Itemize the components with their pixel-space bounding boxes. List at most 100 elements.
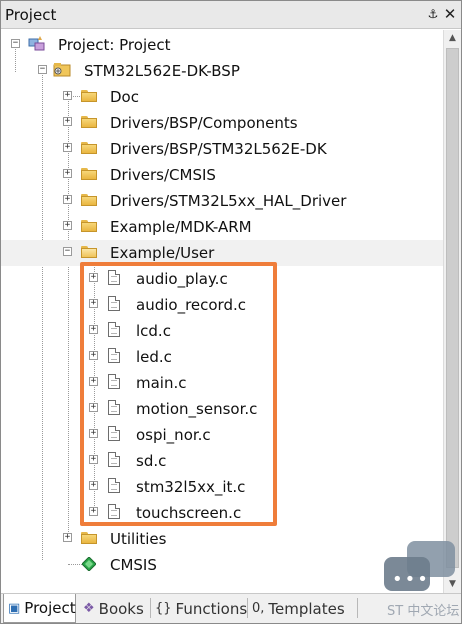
group-label: Example/User <box>110 244 215 262</box>
tree-file[interactable]: + audio_play.c <box>1 266 443 292</box>
expand-icon[interactable]: + <box>63 91 72 100</box>
panel-title: Project <box>5 6 57 24</box>
project-tree: − Project: Project − STM32L562E-DK-BSP + <box>1 30 443 593</box>
group-label: Drivers/CMSIS <box>110 166 216 184</box>
tree-file[interactable]: + main.c <box>1 370 443 396</box>
expand-icon[interactable]: + <box>63 169 72 178</box>
tree-root-label: Project: Project <box>58 36 171 54</box>
tree-group-cmsis[interactable]: + Drivers/CMSIS <box>1 162 443 188</box>
expand-icon[interactable]: + <box>63 221 72 230</box>
tree-group-hal-driver[interactable]: + Drivers/STM32L5xx_HAL_Driver <box>1 188 443 214</box>
tab-label: Templates <box>268 599 345 618</box>
tab-templates[interactable]: 0, Templates <box>252 594 352 623</box>
tree-target[interactable]: − STM32L562E-DK-BSP <box>1 58 443 84</box>
expand-icon[interactable]: + <box>63 143 72 152</box>
books-icon: ❖ <box>83 601 95 616</box>
tree-group-mdk-arm[interactable]: + Example/MDK-ARM <box>1 214 443 240</box>
pin-icon[interactable]: ⚓ <box>426 7 440 21</box>
file-label: ospi_nor.c <box>136 426 211 444</box>
expand-icon[interactable]: + <box>63 195 72 204</box>
folder-icon <box>81 142 97 154</box>
c-file-icon <box>108 478 120 493</box>
collapse-icon[interactable]: − <box>11 39 20 48</box>
c-file-icon <box>108 322 120 337</box>
file-label: sd.c <box>136 452 167 470</box>
watermark-dots: ••• <box>392 569 430 590</box>
collapse-icon[interactable]: − <box>38 65 47 74</box>
tree-group-utilities[interactable]: + Utilities <box>1 526 443 552</box>
expand-icon[interactable]: + <box>63 117 72 126</box>
expand-icon[interactable]: + <box>89 455 98 464</box>
expand-icon[interactable]: + <box>89 325 98 334</box>
bottom-tab-bar: ▣ Project ❖ Books {} Functions 0, Templa… <box>1 593 461 623</box>
folder-icon <box>81 220 97 232</box>
target-folder-icon <box>53 63 71 77</box>
tab-books[interactable]: ❖ Books <box>83 594 149 623</box>
tree-group-bsp-components[interactable]: + Drivers/BSP/Components <box>1 110 443 136</box>
open-folder-icon <box>81 246 97 258</box>
expand-icon[interactable]: + <box>89 403 98 412</box>
tree-file[interactable]: + motion_sensor.c <box>1 396 443 422</box>
group-label: Drivers/STM32L5xx_HAL_Driver <box>110 192 347 210</box>
project-root-icon <box>28 36 45 51</box>
tree-file[interactable]: + lcd.c <box>1 318 443 344</box>
expand-icon[interactable]: + <box>89 273 98 282</box>
expand-icon[interactable]: + <box>89 507 98 516</box>
tree-group-doc[interactable]: + Doc <box>1 84 443 110</box>
file-label: audio_record.c <box>136 296 246 314</box>
collapse-icon[interactable]: − <box>63 247 72 256</box>
watermark-text: ST 中文论坛 <box>387 604 460 619</box>
templates-icon: 0, <box>252 601 265 616</box>
c-file-icon <box>108 426 120 441</box>
group-label: Doc <box>110 88 139 106</box>
c-file-icon <box>108 452 120 467</box>
group-label: Example/MDK-ARM <box>110 218 252 236</box>
tree-file[interactable]: + ospi_nor.c <box>1 422 443 448</box>
folder-icon <box>81 116 97 128</box>
tree-root[interactable]: − Project: Project <box>1 32 443 58</box>
expand-icon[interactable]: + <box>89 299 98 308</box>
file-label: touchscreen.c <box>136 504 242 522</box>
expand-icon[interactable]: + <box>63 533 72 542</box>
folder-icon <box>81 194 97 206</box>
file-label: audio_play.c <box>136 270 228 288</box>
c-file-icon <box>108 374 120 389</box>
scroll-up-icon[interactable]: ▲ <box>444 30 461 47</box>
c-file-icon <box>108 270 120 285</box>
tree-group-example-user[interactable]: − Example/User <box>1 240 443 266</box>
expand-icon[interactable]: + <box>89 351 98 360</box>
tab-functions[interactable]: {} Functions <box>155 594 247 623</box>
expand-icon[interactable]: + <box>89 429 98 438</box>
c-file-icon <box>108 296 120 311</box>
c-file-icon <box>108 504 120 519</box>
tree-group-bsp-board[interactable]: + Drivers/BSP/STM32L562E-DK <box>1 136 443 162</box>
c-file-icon <box>108 400 120 415</box>
folder-icon <box>81 168 97 180</box>
project-icon: ▣ <box>8 600 21 616</box>
expand-icon[interactable]: + <box>89 377 98 386</box>
tab-label: Books <box>98 599 144 618</box>
functions-icon: {} <box>155 601 172 616</box>
tree-component-cmsis[interactable]: CMSIS <box>1 552 443 578</box>
close-icon[interactable]: ✕ <box>443 7 457 22</box>
cmsis-gem-icon <box>82 557 96 571</box>
c-file-icon <box>108 348 120 363</box>
file-label: led.c <box>136 348 172 366</box>
tree-file[interactable]: + touchscreen.c <box>1 500 443 526</box>
scroll-thumb[interactable] <box>446 48 459 568</box>
tab-label: Project <box>24 599 76 617</box>
project-panel: Project ⚓ ✕ − Project: Project − STM32L5… <box>0 0 462 624</box>
tree-file[interactable]: + led.c <box>1 344 443 370</box>
tree-target-label: STM32L562E-DK-BSP <box>84 62 240 80</box>
vertical-scrollbar[interactable]: ▲ ▼ <box>443 30 461 593</box>
tree-file[interactable]: + audio_record.c <box>1 292 443 318</box>
group-label: Drivers/BSP/STM32L562E-DK <box>110 140 327 158</box>
tree-file[interactable]: + sd.c <box>1 448 443 474</box>
tab-project[interactable]: ▣ Project <box>3 594 76 623</box>
folder-icon <box>81 532 97 544</box>
scroll-down-icon[interactable]: ▼ <box>444 576 461 593</box>
expand-icon[interactable]: + <box>89 481 98 490</box>
tree-file[interactable]: + stm32l5xx_it.c <box>1 474 443 500</box>
file-label: lcd.c <box>136 322 171 340</box>
file-label: motion_sensor.c <box>136 400 258 418</box>
